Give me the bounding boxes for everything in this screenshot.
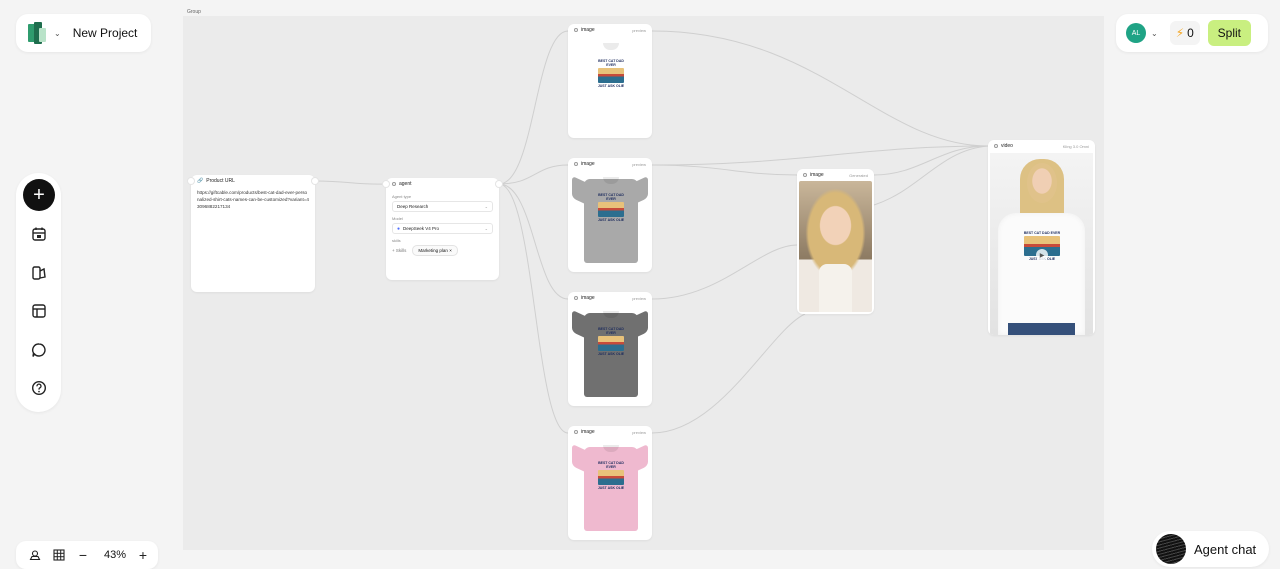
image-node-white[interactable]: image preview BEST CAT DAD EVER JUST ASK O… (568, 24, 652, 138)
agent-icon (392, 182, 396, 186)
node-title: Product URL (206, 178, 235, 184)
image-icon (574, 28, 578, 32)
node-tag: Kling 3.0 Omni (1062, 143, 1089, 149)
agent-chat-label: Agent chat (1194, 541, 1257, 557)
node-tag: preview (632, 161, 646, 167)
help-icon[interactable] (23, 372, 55, 404)
input-port[interactable] (188, 178, 194, 184)
account-bar: AL ⌄ ⚡ 0 Split (1116, 14, 1268, 52)
image-icon (574, 296, 578, 300)
agent-type-value: Deep Research (397, 204, 429, 209)
portrait-image-node[interactable]: image Generated (797, 169, 874, 314)
link-icon: 🔗 (197, 178, 204, 184)
chevron-down-icon: ⌄ (484, 204, 488, 209)
model-label: Model (392, 216, 403, 221)
chevron-down-icon[interactable]: ⌄ (1151, 29, 1158, 38)
node-tag: preview (632, 429, 646, 435)
image-node-pink[interactable]: image preview BEST CAT DAD EVER JUST ASK O… (568, 426, 652, 540)
split-button[interactable]: Split (1207, 20, 1251, 46)
agent-chat-button[interactable]: Agent chat (1152, 531, 1269, 567)
deepseek-icon: ● (397, 225, 401, 232)
input-port[interactable] (383, 181, 389, 187)
project-name[interactable]: New Project (73, 26, 138, 40)
credits-count: 0 (1187, 26, 1194, 40)
node-title: image (581, 295, 595, 301)
node-tag: preview (632, 27, 646, 33)
skill-chip[interactable]: Marketing plan × (412, 245, 458, 256)
zoom-controls: − 43% + (16, 541, 158, 569)
agent-type-label: Agent type (392, 194, 412, 199)
product-url-text[interactable]: https://giftcable.com/products/best-cat-… (191, 187, 315, 212)
image-node-gray[interactable]: image preview BEST CAT DAD EVER JUST ASK O… (568, 158, 652, 272)
play-icon[interactable]: ▶ (1036, 249, 1048, 261)
assets-icon[interactable] (23, 257, 55, 289)
agent-orb-icon (1156, 534, 1186, 564)
node-title: image (581, 27, 595, 33)
node-title: video (1001, 143, 1013, 149)
zoom-level: 43% (103, 549, 126, 561)
video-node[interactable]: video Kling 3.0 Omni BEST CAT DAD EVER JU… (988, 140, 1095, 335)
image-node-charcoal[interactable]: image preview BEST CAT DAD EVER JUST ASK O… (568, 292, 652, 406)
close-icon[interactable]: × (449, 248, 452, 253)
add-node-button[interactable]: + (23, 179, 55, 211)
credits-badge[interactable]: ⚡ 0 (1169, 21, 1200, 45)
zoom-out-button[interactable]: − (74, 545, 92, 565)
tshirt-image: BEST CAT DAD EVER JUST ASK OLIE (572, 443, 648, 531)
node-tag: Generated (849, 172, 868, 178)
grid-icon[interactable] (50, 545, 68, 565)
agent-node[interactable]: agent Agent type Deep Research ⌄ Model ●… (386, 178, 499, 280)
add-skill-button[interactable]: + Skills (392, 248, 406, 253)
model-select[interactable]: ● DeepSeek V4 Pro ⌄ (392, 223, 493, 234)
node-title: image (581, 161, 595, 167)
model-value: DeepSeek V4 Pro (403, 226, 440, 231)
zoom-in-button[interactable]: + (134, 545, 152, 565)
tshirt-image: BEST CAT DAD EVER JUST ASK OLIE (572, 175, 648, 263)
layout-icon[interactable] (23, 295, 55, 327)
portrait-image (799, 181, 872, 312)
image-icon (803, 173, 807, 177)
node-title: image (581, 429, 595, 435)
left-toolbar: + (16, 173, 61, 412)
chevron-down-icon[interactable]: ⌄ (54, 29, 61, 38)
tshirt-image: BEST CAT DAD EVER JUST ASK OLIE (572, 41, 648, 129)
app-logo-icon (28, 22, 46, 44)
video-preview[interactable]: BEST CAT DAD EVER JUST ASK OLIE ▶ (990, 153, 1093, 335)
skills-label: skills (392, 238, 401, 243)
output-port[interactable] (312, 178, 318, 184)
map-pin-icon[interactable] (26, 545, 44, 565)
calendar-icon[interactable] (23, 218, 55, 250)
chat-bubble-icon[interactable] (23, 334, 55, 366)
node-title: image (810, 172, 824, 178)
chevron-down-icon: ⌄ (484, 226, 488, 231)
node-tag: preview (632, 295, 646, 301)
project-menu[interactable]: ⌄ New Project (16, 14, 151, 52)
product-url-node[interactable]: 🔗 Product URL https://giftcable.com/produ… (191, 175, 315, 292)
video-icon (994, 144, 998, 148)
bolt-icon: ⚡ (1175, 26, 1185, 40)
image-icon (574, 162, 578, 166)
node-title: agent (399, 181, 412, 187)
agent-type-select[interactable]: Deep Research ⌄ (392, 201, 493, 212)
tshirt-image: BEST CAT DAD EVER JUST ASK OLIE (572, 309, 648, 397)
avatar[interactable]: AL (1126, 23, 1146, 43)
output-port[interactable] (496, 181, 502, 187)
group-label: Group (187, 9, 201, 15)
image-icon (574, 430, 578, 434)
